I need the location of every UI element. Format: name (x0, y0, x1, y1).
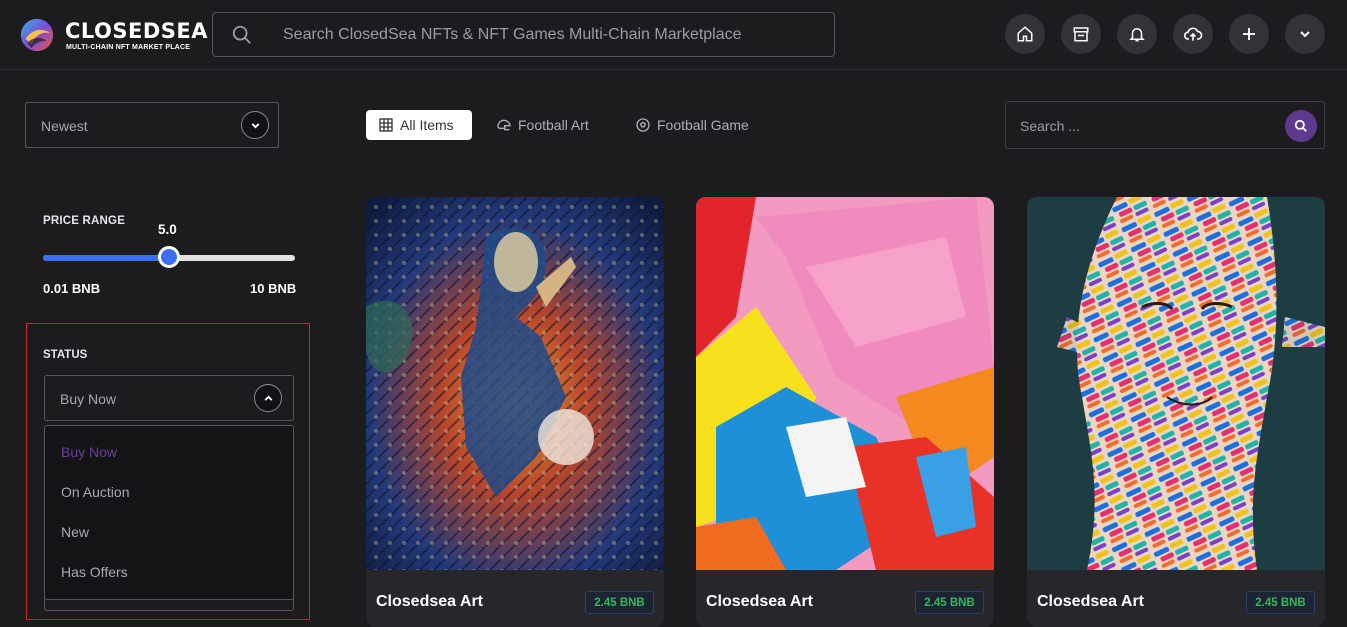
tab-label: Football Game (657, 117, 749, 133)
logo-mark-icon (20, 18, 54, 52)
status-toggle[interactable] (254, 384, 282, 412)
tab-all-items[interactable]: All Items (366, 110, 472, 140)
status-option-new[interactable]: New (61, 524, 89, 540)
nft-image-football-player (366, 197, 664, 570)
sort-value: Newest (41, 118, 88, 134)
tab-football-art[interactable]: Football Art (496, 110, 589, 140)
chevron-down-icon (1300, 31, 1310, 38)
item-search[interactable] (1005, 101, 1325, 149)
price-range-value: 5.0 (158, 222, 177, 237)
status-dropdown: Buy Now On Auction New Has Offers (44, 425, 294, 600)
price-range-label: PRICE RANGE (43, 215, 126, 227)
chevron-down-icon (251, 122, 259, 128)
home-icon (1017, 26, 1033, 42)
grid-icon (379, 118, 393, 132)
status-option-has-offers[interactable]: Has Offers (61, 564, 128, 580)
logo-title: CLOSEDSEA (65, 19, 209, 43)
status-selected-value: Buy Now (60, 391, 117, 407)
top-navbar: CLOSEDSEA MULTI-CHAIN NFT MARKET PLACE (0, 0, 1347, 70)
store-icon (1073, 27, 1089, 42)
status-select[interactable]: Buy Now (44, 375, 294, 421)
item-search-button[interactable] (1285, 110, 1317, 142)
price-range-fill (43, 255, 169, 261)
status-option-on-auction[interactable]: On Auction (61, 484, 130, 500)
card-price-badge: 2.45 BNB (915, 591, 984, 614)
tab-label: Football Art (518, 117, 589, 133)
upload-button[interactable] (1173, 14, 1213, 54)
logo[interactable]: CLOSEDSEA MULTI-CHAIN NFT MARKET PLACE (18, 14, 208, 58)
sort-toggle[interactable] (241, 111, 269, 139)
status-filter-panel: STATUS Buy Now Buy Now On Auction New Ha… (26, 323, 310, 620)
global-search-input[interactable] (283, 21, 823, 49)
sort-select[interactable]: Newest (25, 102, 279, 148)
price-range-max: 10 BNB (250, 281, 297, 296)
soccer-ball-icon (636, 118, 650, 132)
card-title: Closedsea Art (1037, 593, 1144, 610)
search-icon (1294, 119, 1307, 132)
tab-label: All Items (400, 117, 454, 133)
account-menu-button[interactable] (1285, 14, 1325, 54)
nft-image-painted-face (1027, 197, 1325, 570)
nft-image-paint-strokes (696, 197, 994, 570)
bell-icon (1129, 28, 1145, 42)
home-button[interactable] (1005, 14, 1045, 54)
global-search[interactable] (212, 12, 835, 57)
cloud-upload-icon (1183, 27, 1203, 41)
nft-card[interactable]: Closedsea Art 2.45 BNB (1027, 197, 1325, 627)
chevron-up-icon (264, 395, 272, 401)
nft-card[interactable]: Closedsea Art 2.45 BNB (366, 197, 664, 627)
store-button[interactable] (1061, 14, 1101, 54)
tab-football-game[interactable]: Football Game (635, 110, 749, 140)
helmet-icon (497, 119, 511, 131)
nft-card[interactable]: Closedsea Art 2.45 BNB (696, 197, 994, 627)
card-price-badge: 2.45 BNB (585, 591, 654, 614)
plus-icon (1243, 28, 1255, 40)
card-price-badge: 2.45 BNB (1246, 591, 1315, 614)
card-title: Closedsea Art (376, 593, 483, 610)
create-button[interactable] (1229, 14, 1269, 54)
notifications-button[interactable] (1117, 14, 1157, 54)
card-title: Closedsea Art (706, 593, 813, 610)
status-label: STATUS (43, 349, 88, 361)
search-icon (232, 25, 251, 44)
logo-subtitle: MULTI-CHAIN NFT MARKET PLACE (66, 44, 191, 51)
price-range-min: 0.01 BNB (43, 281, 101, 296)
status-option-buy-now[interactable]: Buy Now (61, 444, 117, 460)
item-search-input[interactable] (1020, 115, 1270, 137)
price-range-handle[interactable] (157, 246, 180, 268)
